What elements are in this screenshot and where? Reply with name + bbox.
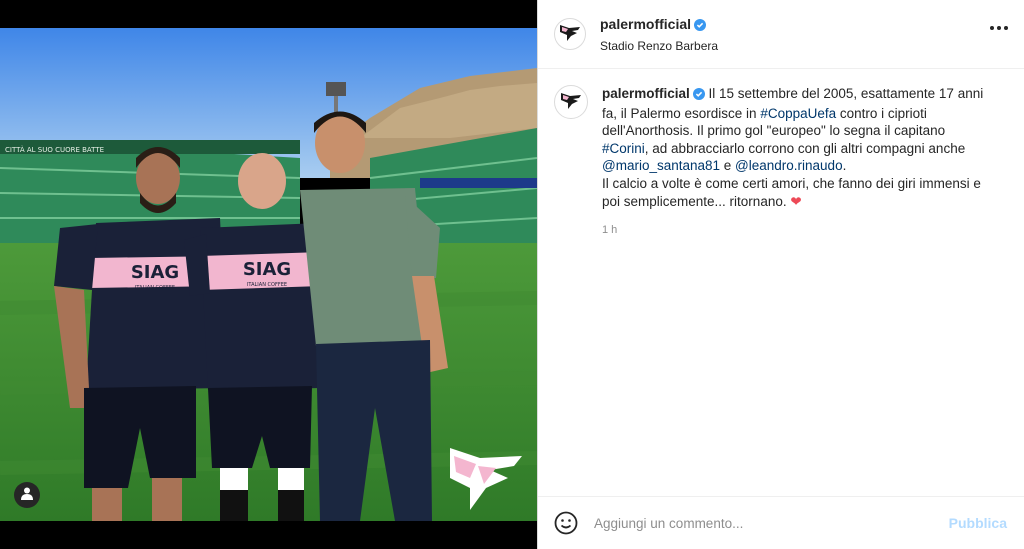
hashtag-coppauefa[interactable]: #CoppaUefa [760, 106, 836, 121]
post-username[interactable]: palermofficial [600, 16, 691, 32]
caption-text-3: , ad abbracciarlo corrono con gli altri … [644, 140, 966, 156]
stadium-banner: CITTÀ AL SUO CUORE BATTE [5, 145, 104, 154]
verified-badge-icon [694, 18, 707, 36]
user-tag-button[interactable] [14, 482, 40, 508]
more-options-icon [990, 26, 994, 30]
post-photo[interactable]: SIAG ITALIAN COFFEE SIAG ITALIAN COFFEE … [0, 28, 537, 521]
mention-mario-santana[interactable]: @mario_santana81 [602, 158, 720, 173]
caption: palermofficial Il 15 settembre del 2005,… [538, 69, 1024, 240]
jersey-sponsor-middle: SIAG [243, 259, 291, 280]
caption-username[interactable]: palermofficial [602, 86, 690, 101]
publish-button[interactable]: Pubblica [949, 515, 1007, 531]
user-tag-icon [20, 486, 34, 505]
verified-badge-icon [692, 87, 705, 105]
mention-leandro-rinaudo[interactable]: @leandro.rinaudo [735, 158, 843, 173]
comment-bar: Pubblica [538, 496, 1024, 549]
avatar[interactable] [554, 18, 586, 50]
palermo-logo-icon [558, 87, 584, 118]
jersey-sponsor-left: SIAG [131, 262, 179, 283]
caption-body: palermofficial Il 15 settembre del 2005,… [602, 85, 994, 240]
post-sidebar: palermofficial Stadio Renzo Barbera pale… [537, 0, 1024, 549]
heart-emoji-icon: ❤ [790, 193, 802, 209]
jersey-sponsor-sub-middle: ITALIAN COFFEE [247, 282, 287, 288]
hashtag-corini[interactable]: #Corini [602, 141, 645, 156]
post-header: palermofficial Stadio Renzo Barbera [538, 0, 1024, 69]
jersey-sponsor-sub-left: ITALIAN COFFEE [135, 285, 175, 291]
post-timestamp[interactable]: 1 h [602, 222, 994, 240]
caption-text-5: . [842, 158, 847, 174]
caption-text-4: e [720, 158, 736, 174]
emoji-icon[interactable] [554, 511, 578, 535]
more-options-button[interactable] [990, 26, 1008, 30]
palermo-logo-icon [557, 19, 583, 49]
comment-input[interactable] [594, 515, 949, 531]
photo-pane: SIAG ITALIAN COFFEE SIAG ITALIAN COFFEE … [0, 0, 537, 549]
photo-illustration: SIAG ITALIAN COFFEE SIAG ITALIAN COFFEE … [0, 28, 537, 521]
caption-avatar[interactable] [554, 85, 588, 119]
post-location[interactable]: Stadio Renzo Barbera [600, 39, 718, 53]
